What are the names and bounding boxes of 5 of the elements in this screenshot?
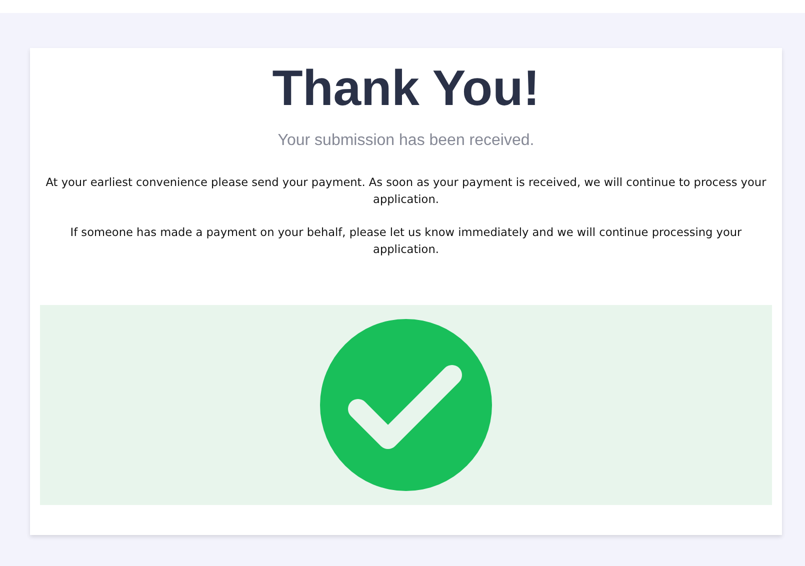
message-paragraph: At your earliest convenience please send your payment. As soon as your payment is received, we will continue to process your application.: [44, 175, 768, 208]
page-title: Thank You!: [272, 59, 540, 118]
subtitle: Your submission has been received.: [278, 132, 534, 150]
message-paragraph: If someone has made a payment on your behalf, please let us know immediately and we will continue processing your application.: [69, 225, 743, 258]
check-circle-icon: [320, 319, 492, 491]
